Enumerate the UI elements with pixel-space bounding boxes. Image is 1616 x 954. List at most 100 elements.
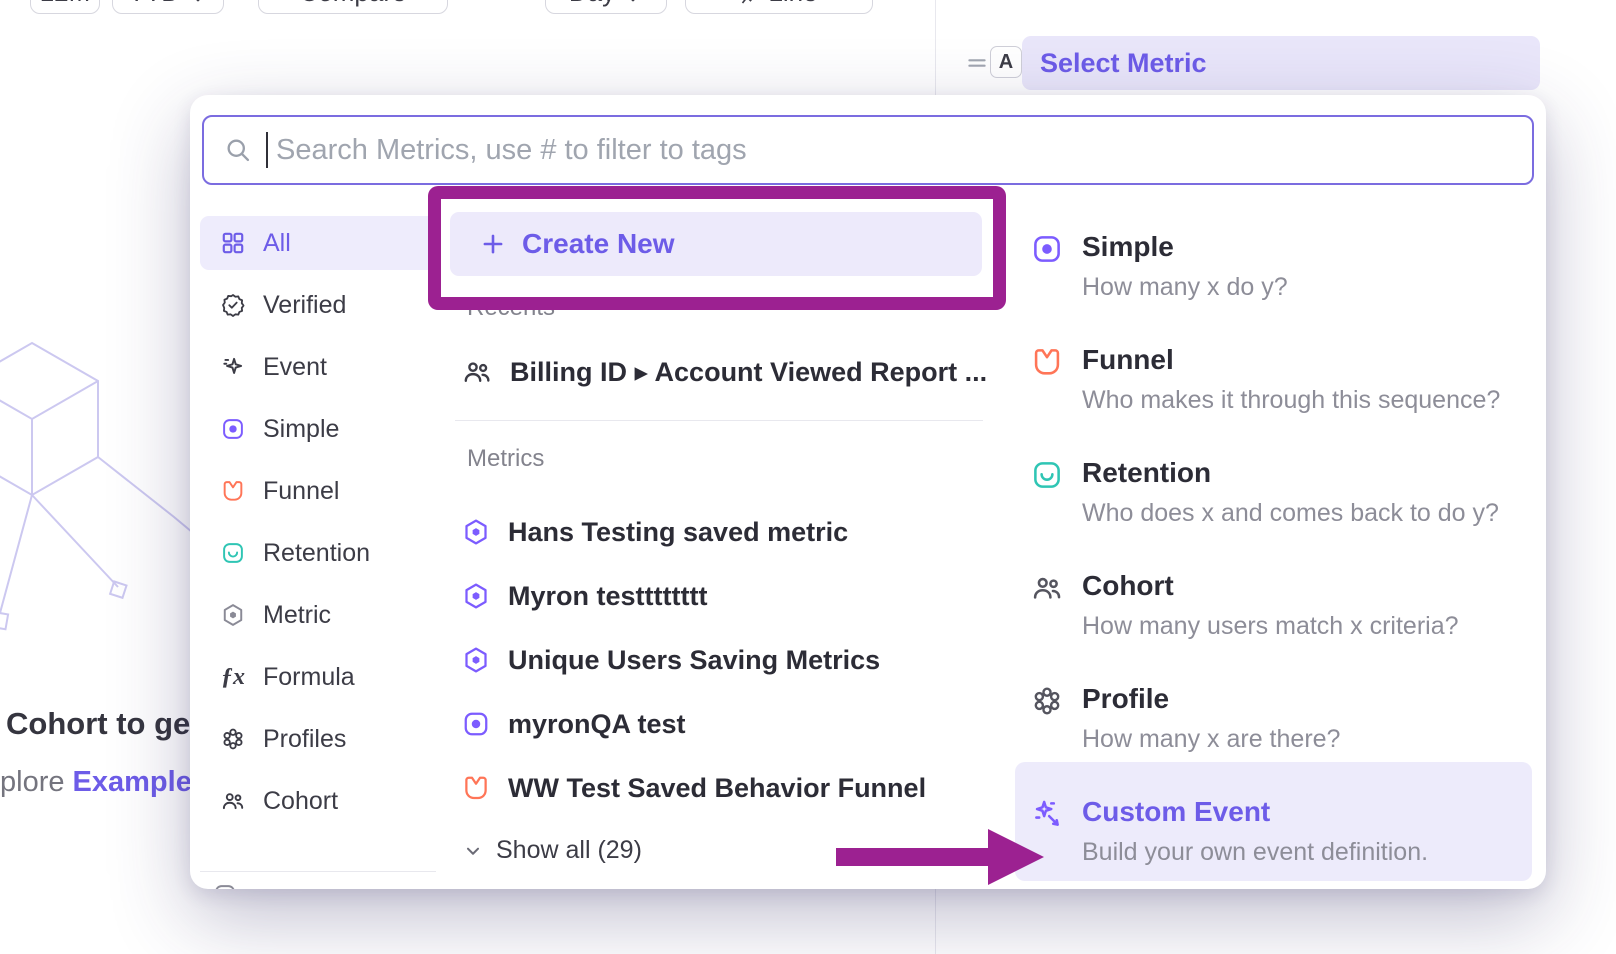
type-title: Simple xyxy=(1082,230,1510,264)
granularity-day-label: Day xyxy=(569,0,615,8)
sidebar-label: Cohort xyxy=(263,787,338,816)
metric-search-box[interactable] xyxy=(202,115,1534,185)
chart-type-line-button[interactable]: Line xyxy=(685,0,873,14)
sidebar-item-retention[interactable]: Retention xyxy=(200,526,436,580)
saved-metric-item[interactable]: myronQA test xyxy=(461,702,996,746)
sidebar-item-verified[interactable]: Verified xyxy=(200,278,436,332)
empty-state-subtext: plore Example xyxy=(0,766,192,799)
sidebar-item-simple[interactable]: Simple xyxy=(200,402,436,456)
saved-metric-label: Hans Testing saved metric xyxy=(508,517,848,548)
date-range-12m-label: 12M xyxy=(40,0,91,8)
type-simple[interactable]: Simple How many x do y? xyxy=(1030,230,1510,302)
show-all-label: Show all (29) xyxy=(496,836,642,865)
saved-metric-item[interactable]: Unique Users Saving Metrics xyxy=(461,638,996,682)
cohort-people-icon xyxy=(220,788,246,814)
sidebar-label: Retention xyxy=(263,539,370,568)
saved-metric-item[interactable]: Hans Testing saved metric xyxy=(461,510,996,554)
type-description: How many x are there? xyxy=(1082,724,1510,754)
create-new-label: Create New xyxy=(522,228,675,260)
type-profile[interactable]: Profile How many x are there? xyxy=(1030,682,1510,754)
formula-icon: ƒx xyxy=(220,664,246,691)
chevron-down-icon xyxy=(623,0,643,8)
saved-metric-label: WW Test Saved Behavior Funnel xyxy=(508,773,926,804)
sidebar-item-metric[interactable]: Metric xyxy=(200,588,436,642)
compare-button[interactable]: Compare xyxy=(258,0,448,14)
sidebar-label: Verified xyxy=(263,291,346,320)
type-description: Build your own event definition. xyxy=(1082,837,1510,867)
empty-state-subtext-fragment: plore xyxy=(0,766,73,798)
drag-handle-icon[interactable] xyxy=(964,50,990,76)
saved-metric-item[interactable]: WW Test Saved Behavior Funnel xyxy=(461,766,996,810)
show-all-button[interactable]: Show all (29) xyxy=(462,836,642,865)
create-new-button[interactable]: Create New xyxy=(450,212,982,276)
verified-badge-icon xyxy=(220,292,246,318)
metric-hexagon-icon xyxy=(220,602,246,628)
funnel-icon xyxy=(1030,345,1064,379)
simple-metric-icon xyxy=(1030,232,1064,266)
recent-metric-label: Billing ID ▸ Account Viewed Report ... xyxy=(510,357,987,388)
metrics-header: Metrics xyxy=(467,445,544,473)
metric-hexagon-icon xyxy=(461,517,491,547)
funnel-icon xyxy=(461,773,491,803)
metric-hexagon-icon xyxy=(461,581,491,611)
sidebar-partial-item-icon xyxy=(212,882,238,889)
sidebar-label: Formula xyxy=(263,663,355,692)
sidebar-item-profiles[interactable]: Profiles xyxy=(200,712,436,766)
date-range-ytd-button[interactable]: YTD xyxy=(112,0,224,14)
app-screen: 12M YTD Compare Day Line A Select Metric… xyxy=(0,0,1616,954)
type-title: Funnel xyxy=(1082,343,1510,377)
date-range-12m-button[interactable]: 12M xyxy=(30,0,100,14)
sidebar-item-cohort[interactable]: Cohort xyxy=(200,774,436,828)
empty-state-heading: Cohort to ge xyxy=(6,706,190,742)
saved-metric-label: Myron testttttttt xyxy=(508,581,707,612)
sidebar-item-formula[interactable]: ƒx Formula xyxy=(200,650,436,704)
select-metric-button[interactable]: Select Metric xyxy=(1022,36,1540,90)
type-funnel[interactable]: Funnel Who makes it through this sequenc… xyxy=(1030,343,1510,415)
simple-metric-icon xyxy=(220,416,246,442)
section-divider xyxy=(455,420,983,421)
funnel-icon xyxy=(220,478,246,504)
plus-icon xyxy=(480,231,506,257)
metric-row-badge[interactable]: A xyxy=(990,46,1022,78)
select-metric-label: Select Metric xyxy=(1040,48,1207,79)
metric-search-input[interactable] xyxy=(276,134,1532,167)
grid-icon xyxy=(220,230,246,256)
event-sparkle-icon xyxy=(220,354,246,380)
recent-metric-item[interactable]: Billing ID ▸ Account Viewed Report ... xyxy=(461,351,996,393)
sidebar-label: All xyxy=(263,229,291,258)
simple-metric-icon xyxy=(461,709,491,739)
profiles-flower-icon xyxy=(220,726,246,752)
chart-type-line-label: Line xyxy=(768,0,817,8)
saved-metric-label: Unique Users Saving Metrics xyxy=(508,645,880,676)
type-title: Cohort xyxy=(1082,569,1510,603)
sidebar-label: Metric xyxy=(263,601,331,630)
cohort-people-icon xyxy=(461,356,493,388)
type-description: Who does x and comes back to do y? xyxy=(1082,498,1510,528)
sidebar-item-event[interactable]: Event xyxy=(200,340,436,394)
sidebar-divider xyxy=(200,871,436,872)
type-retention[interactable]: Retention Who does x and comes back to d… xyxy=(1030,456,1510,528)
granularity-day-button[interactable]: Day xyxy=(545,0,667,14)
recents-header: Recents xyxy=(467,294,555,322)
sidebar-item-funnel[interactable]: Funnel xyxy=(200,464,436,518)
example-link[interactable]: Example xyxy=(73,766,192,798)
chevron-down-icon xyxy=(462,840,484,862)
retention-icon xyxy=(1030,458,1064,492)
saved-metric-item[interactable]: Myron testttttttt xyxy=(461,574,996,618)
retention-icon xyxy=(220,540,246,566)
type-title: Retention xyxy=(1082,456,1510,490)
line-chart-icon xyxy=(740,0,760,8)
text-cursor xyxy=(266,132,268,168)
saved-metric-label: myronQA test xyxy=(508,709,686,740)
sidebar-label: Event xyxy=(263,353,327,382)
type-cohort[interactable]: Cohort How many users match x criteria? xyxy=(1030,569,1510,641)
type-custom-event[interactable]: Custom Event Build your own event defini… xyxy=(1030,795,1510,867)
search-icon xyxy=(224,136,252,164)
sidebar-label: Funnel xyxy=(263,477,339,506)
type-description: Who makes it through this sequence? xyxy=(1082,385,1510,415)
type-description: How many x do y? xyxy=(1082,272,1510,302)
sidebar-label: Simple xyxy=(263,415,339,444)
chevron-down-icon xyxy=(188,0,208,8)
sidebar-item-all[interactable]: All xyxy=(200,216,436,270)
compare-label: Compare xyxy=(300,0,407,8)
